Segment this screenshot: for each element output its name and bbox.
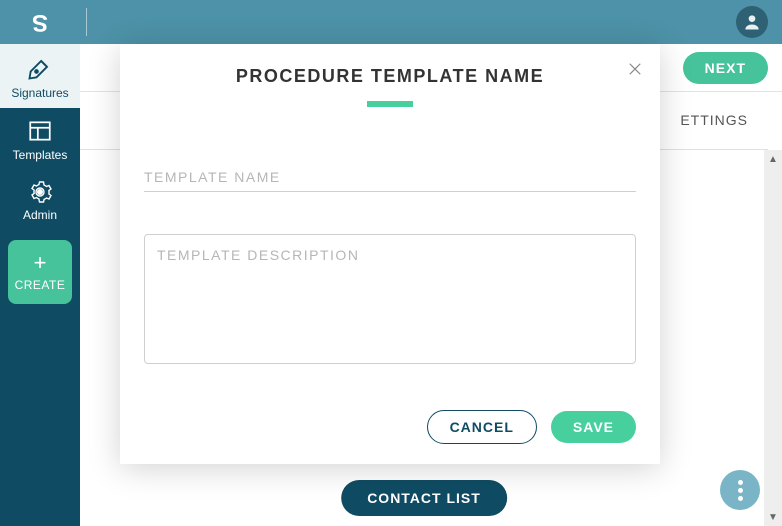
- modal-title-underline: [367, 101, 413, 107]
- profile-avatar[interactable]: [736, 6, 768, 38]
- vertical-dots-icon: [738, 480, 743, 485]
- gear-icon: [0, 180, 80, 204]
- sidebar-item-label: Admin: [23, 208, 57, 222]
- sidebar-item-signatures[interactable]: Signatures: [0, 44, 80, 108]
- close-button[interactable]: [626, 60, 644, 83]
- vertical-dots-icon: [738, 496, 743, 501]
- save-button-label: SAVE: [573, 419, 614, 435]
- tab-settings-partial[interactable]: ETTINGS: [680, 112, 748, 128]
- cancel-button-label: CANCEL: [450, 419, 514, 435]
- plus-icon: +: [34, 252, 47, 274]
- close-icon: [626, 60, 644, 78]
- contact-list-label: CONTACT LIST: [367, 490, 481, 506]
- scrollbar[interactable]: ▲ ▼: [764, 150, 782, 526]
- next-button[interactable]: NEXT: [683, 52, 768, 84]
- create-button[interactable]: + CREATE: [8, 240, 72, 304]
- save-button[interactable]: SAVE: [551, 411, 636, 443]
- topbar: [80, 0, 782, 44]
- modal-title: PROCEDURE TEMPLATE NAME: [144, 66, 636, 87]
- scroll-up-arrow-icon[interactable]: ▲: [764, 150, 782, 168]
- template-description-input[interactable]: [144, 234, 636, 364]
- sidebar: S Signatures Templates: [0, 0, 80, 526]
- cancel-button[interactable]: CANCEL: [427, 410, 537, 444]
- logo-icon: S: [32, 8, 48, 36]
- vertical-dots-icon: [738, 488, 743, 493]
- user-icon: [742, 12, 762, 32]
- modal-actions: CANCEL SAVE: [427, 410, 636, 444]
- more-actions-fab[interactable]: [720, 470, 760, 510]
- layout-icon: [0, 118, 80, 144]
- scroll-down-arrow-icon[interactable]: ▼: [764, 508, 782, 526]
- sidebar-item-templates[interactable]: Templates: [0, 108, 80, 170]
- template-name-input[interactable]: [144, 163, 636, 192]
- create-button-label: CREATE: [15, 278, 66, 292]
- next-button-label: NEXT: [705, 60, 746, 76]
- pen-nib-icon: [0, 54, 80, 82]
- sidebar-item-admin[interactable]: Admin: [0, 170, 80, 230]
- sidebar-item-label: Templates: [13, 148, 68, 162]
- contact-list-button[interactable]: CONTACT LIST: [341, 480, 507, 516]
- logo-area: S: [0, 0, 80, 44]
- sidebar-item-label: Signatures: [11, 86, 68, 100]
- template-name-modal: PROCEDURE TEMPLATE NAME CANCEL SAVE: [120, 44, 660, 464]
- topbar-divider: [86, 8, 87, 36]
